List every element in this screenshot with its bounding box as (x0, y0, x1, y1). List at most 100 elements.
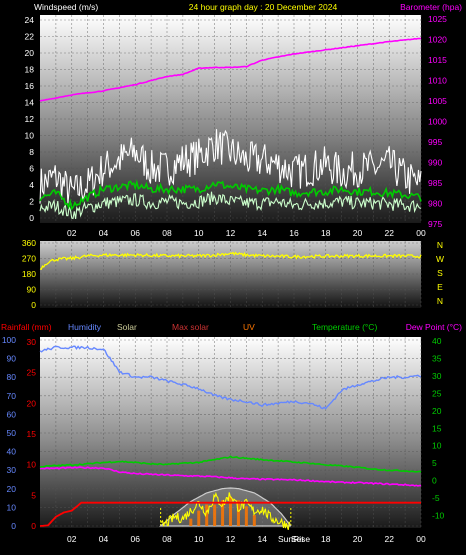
temperature-label: Temperature (°C) (312, 322, 377, 332)
wind-y-tick: 8 (29, 147, 34, 157)
wind-barometer-panel: Windspeed (m/s) 24 hour graph day : 20 D… (25, 2, 463, 238)
climate-x-axis: 02 04 06 08 10 12 14 18 20 22 00 (67, 534, 426, 544)
climate-x-tick: 06 (131, 534, 141, 544)
rainfall-y-tick: 5 (31, 490, 36, 500)
climate-x-tick: 00 (416, 534, 426, 544)
uv-bar (244, 506, 248, 526)
barometer-y-axis: 975 980 985 990 995 1000 1005 1010 1015 1020 1025 (428, 14, 447, 229)
wind-y-tick: 18 (25, 65, 35, 75)
wind-x-tick: 18 (321, 228, 331, 238)
climate-x-tick: 04 (99, 534, 109, 544)
barometer-y-tick: 1005 (428, 96, 447, 106)
rainfall-y-axis: 0 5 10 15 20 25 30 (27, 337, 37, 531)
wind-x-axis: 02 04 06 08 10 12 14 16 18 20 22 00 (67, 228, 426, 238)
dew-point-label: Dew Point (°C) (406, 322, 462, 332)
rainfall-y-tick: 10 (27, 460, 37, 470)
wind-x-tick: 02 (67, 228, 77, 238)
humidity-y-tick: 40 (7, 447, 17, 457)
climate-x-tick: 10 (194, 534, 204, 544)
uv-bar (189, 518, 193, 526)
temperature-y-tick: 25 (432, 388, 442, 398)
rainfall-y-tick: 0 (31, 521, 36, 531)
wind-x-tick: 20 (353, 228, 363, 238)
wind-x-tick: 14 (258, 228, 268, 238)
barometer-y-tick: 985 (428, 178, 442, 188)
wind-x-tick: 22 (385, 228, 395, 238)
barometer-label: Barometer (hpa) (400, 2, 462, 12)
humidity-y-axis: 0 10 20 30 40 50 60 70 80 90 100 (2, 335, 16, 531)
barometer-y-tick: 980 (428, 198, 442, 208)
temperature-y-tick: 5 (432, 458, 437, 468)
wind-y-tick: 10 (25, 131, 35, 141)
temperature-y-axis: -10 -5 0 5 10 15 20 25 30 35 40 (432, 336, 445, 521)
climate-x-tick: 08 (162, 534, 172, 544)
wind-x-tick: 00 (416, 228, 426, 238)
wind-x-tick: 16 (289, 228, 299, 238)
direction-y-tick: 180 (22, 269, 36, 279)
compass-label: N (437, 296, 443, 306)
barometer-y-tick: 1000 (428, 117, 447, 127)
barometer-y-tick: 975 (428, 219, 442, 229)
humidity-y-tick: 60 (7, 409, 17, 419)
climate-x-tick: 12 (226, 534, 236, 544)
compass-label: S (437, 268, 443, 278)
temperature-y-tick: 35 (432, 353, 442, 363)
barometer-y-tick: 990 (428, 157, 442, 167)
barometer-y-tick: 1025 (428, 14, 447, 24)
climate-x-tick: 22 (385, 534, 395, 544)
humidity-y-tick: 20 (7, 484, 17, 494)
rainfall-y-tick: 15 (27, 429, 37, 439)
max-solar-label: Max solar (172, 322, 209, 332)
weather-graphs: Windspeed (m/s) 24 hour graph day : 20 D… (1, 2, 463, 544)
sunset-label: Set (291, 534, 304, 544)
temperature-y-tick: 30 (432, 371, 442, 381)
humidity-y-tick: 90 (7, 354, 17, 364)
temperature-y-tick: 20 (432, 406, 442, 416)
windspeed-label: Windspeed (m/s) (34, 2, 98, 12)
wind-x-tick: 10 (194, 228, 204, 238)
rainfall-label: Rainfall (mm) (1, 322, 52, 332)
temperature-y-tick: 0 (432, 476, 437, 486)
wind-y-tick: 22 (25, 32, 35, 42)
humidity-y-tick: 70 (7, 391, 17, 401)
barometer-y-tick: 1020 (428, 35, 447, 45)
direction-y-tick: 360 (22, 238, 36, 248)
solar-label: Solar (117, 322, 137, 332)
wind-y-axis: 024681012141618202224 (25, 15, 35, 223)
humidity-y-tick: 50 (7, 428, 17, 438)
climate-x-tick: 20 (353, 534, 363, 544)
barometer-y-tick: 1010 (428, 76, 447, 86)
humidity-y-tick: 0 (11, 521, 16, 531)
wind-y-tick: 14 (25, 98, 35, 108)
temperature-y-tick: 40 (432, 336, 442, 346)
wind-y-tick: 20 (25, 48, 35, 58)
wind-x-tick: 06 (131, 228, 141, 238)
rainfall-y-tick: 25 (27, 368, 37, 378)
wind-y-tick: 16 (25, 81, 35, 91)
uv-bar (252, 514, 256, 526)
compass-label: N (437, 240, 443, 250)
climate-panel: Rainfall (mm) Humidity Solar Max solar U… (1, 322, 462, 544)
humidity-y-tick: 10 (7, 502, 17, 512)
direction-y-tick: 90 (27, 285, 37, 295)
climate-x-tick: 02 (67, 534, 77, 544)
direction-y-tick: 0 (31, 300, 36, 310)
wind-x-tick: 04 (99, 228, 109, 238)
direction-y-axis: 0 90 180 270 360 (22, 238, 36, 310)
compass-labels: NWSEN (436, 240, 444, 306)
wind-y-tick: 4 (29, 180, 34, 190)
rainfall-y-tick: 30 (27, 337, 37, 347)
wind-direction-panel: 090180270360 NWSEN (22, 238, 444, 310)
climate-x-tick: 14 (258, 534, 268, 544)
compass-label: E (437, 282, 443, 292)
humidity-y-tick: 30 (7, 465, 17, 475)
humidity-y-tick: 100 (2, 335, 16, 345)
temperature-y-tick: 10 (432, 441, 442, 451)
temperature-y-tick: -10 (432, 511, 445, 521)
barometer-y-tick: 995 (428, 137, 442, 147)
wind-y-tick: 2 (29, 197, 34, 207)
wind-x-tick: 12 (226, 228, 236, 238)
barometer-y-tick: 1015 (428, 55, 447, 65)
uv-bar (229, 496, 232, 526)
graph-title: 24 hour graph day : 20 December 2024 (189, 2, 338, 12)
